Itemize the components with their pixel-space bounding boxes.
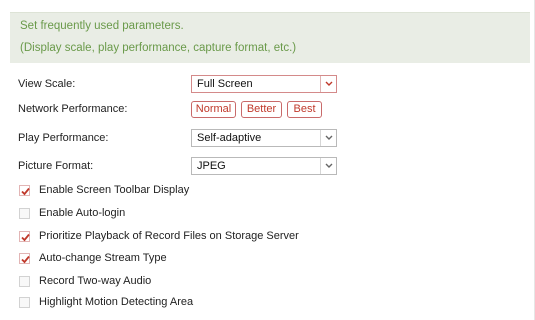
network-performance-label: Network Performance: xyxy=(18,103,128,115)
auto-change-stream-checkbox[interactable] xyxy=(19,253,30,264)
chevron-down-icon[interactable] xyxy=(320,76,336,92)
play-performance-label: Play Performance: xyxy=(18,132,109,144)
info-text-line2: (Display scale, play performance, captur… xyxy=(20,42,297,54)
screen-toolbar-checkbox[interactable] xyxy=(19,185,30,196)
highlight-motion-checkbox[interactable] xyxy=(19,297,30,308)
screen-toolbar-label: Enable Screen Toolbar Display xyxy=(39,184,190,196)
play-performance-select[interactable]: Self-adaptive xyxy=(191,129,337,147)
highlight-motion-label: Highlight Motion Detecting Area xyxy=(39,296,194,308)
view-scale-value: Full Screen xyxy=(197,78,253,90)
chevron-down-icon[interactable] xyxy=(320,130,336,146)
prioritize-playback-checkbox[interactable] xyxy=(19,231,30,242)
network-better-button[interactable]: Better xyxy=(241,101,282,118)
prioritize-playback-label: Prioritize Playback of Record Files on S… xyxy=(39,230,299,242)
auto-login-checkbox[interactable] xyxy=(19,208,30,219)
chevron-down-icon[interactable] xyxy=(320,158,336,174)
auto-change-stream-label: Auto-change Stream Type xyxy=(39,252,167,264)
picture-format-value: JPEG xyxy=(197,160,226,172)
info-text-line1: Set frequently used parameters. xyxy=(20,20,184,32)
play-performance-value: Self-adaptive xyxy=(197,132,262,144)
info-box: Set frequently used parameters. (Display… xyxy=(10,12,530,63)
picture-format-select[interactable]: JPEG xyxy=(191,157,337,175)
view-scale-select[interactable]: Full Screen xyxy=(191,75,337,93)
network-normal-button[interactable]: Normal xyxy=(191,101,236,118)
picture-format-label: Picture Format: xyxy=(18,160,94,172)
two-way-audio-label: Record Two-way Audio xyxy=(39,275,152,287)
auto-login-label: Enable Auto-login xyxy=(39,207,126,219)
general-settings-panel: Set frequently used parameters. (Display… xyxy=(0,0,535,320)
network-best-button[interactable]: Best xyxy=(287,101,322,118)
view-scale-label: View Scale: xyxy=(18,78,76,90)
two-way-audio-checkbox[interactable] xyxy=(19,276,30,287)
